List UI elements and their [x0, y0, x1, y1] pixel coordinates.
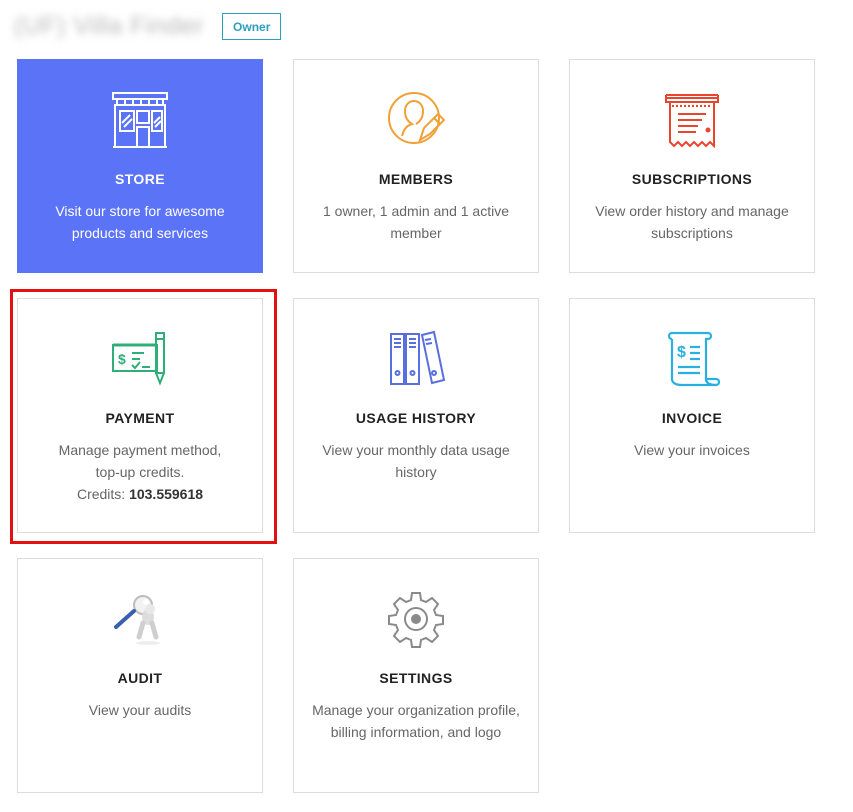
- usage-history-title: USAGE HISTORY: [355, 410, 477, 426]
- settings-card[interactable]: SETTINGS Manage your organization profil…: [293, 558, 539, 793]
- payment-card[interactable]: $ PAYMENT Manage payment method, top-up …: [17, 298, 263, 533]
- invoice-card[interactable]: $ INVOICE View your invoices: [569, 298, 815, 533]
- usage-history-description: View your monthly data usage history: [322, 442, 510, 480]
- invoice-scroll-icon: $: [660, 327, 724, 391]
- binders-icon: [384, 327, 448, 391]
- storefront-icon: [108, 88, 172, 152]
- store-title: STORE: [115, 171, 165, 187]
- store-description: Visit our store for awesome products and…: [55, 203, 225, 241]
- credits-line: Credits: 103.559618: [36, 483, 244, 505]
- payment-desc-line1: Manage payment method,: [58, 442, 222, 458]
- members-card[interactable]: MEMBERS 1 owner, 1 admin and 1 active me…: [293, 59, 539, 273]
- audit-card[interactable]: AUDIT View your audits: [17, 558, 263, 793]
- subscriptions-card[interactable]: SUBSCRIPTIONS View order history and man…: [569, 59, 815, 273]
- svg-text:$: $: [118, 351, 126, 367]
- store-card[interactable]: STORE Visit our store for awesome produc…: [17, 59, 263, 273]
- check-payment-icon: $: [108, 327, 172, 391]
- settings-title: SETTINGS: [379, 670, 453, 686]
- audit-title: AUDIT: [117, 670, 163, 686]
- subscriptions-title: SUBSCRIPTIONS: [631, 171, 753, 187]
- magnifier-person-icon: [108, 587, 172, 651]
- usage-history-card[interactable]: USAGE HISTORY View your monthly data usa…: [293, 298, 539, 533]
- role-badge: Owner: [222, 12, 282, 40]
- gear-icon: [384, 587, 448, 651]
- payment-description: Manage payment method, top-up credits. C…: [36, 439, 244, 505]
- payment-title: PAYMENT: [105, 410, 175, 426]
- credits-value: 103.559618: [129, 486, 204, 502]
- subscriptions-description: View order history and manage subscripti…: [595, 203, 789, 241]
- members-title: MEMBERS: [378, 171, 454, 187]
- payment-desc-line2: top-up credits.: [95, 464, 185, 480]
- settings-description: Manage your organization profile, billin…: [312, 702, 520, 740]
- page-header: (UF) Villa Finder Owner: [14, 10, 282, 42]
- invoice-title: INVOICE: [661, 410, 723, 426]
- organization-name: (UF) Villa Finder: [14, 11, 205, 40]
- svg-text:$: $: [677, 344, 686, 361]
- receipt-icon: [660, 88, 724, 152]
- audit-description: View your audits: [88, 702, 192, 718]
- members-description: 1 owner, 1 admin and 1 active member: [322, 203, 509, 241]
- credits-label: Credits:: [76, 486, 126, 502]
- user-edit-icon: [384, 88, 448, 152]
- invoice-description: View your invoices: [634, 442, 750, 458]
